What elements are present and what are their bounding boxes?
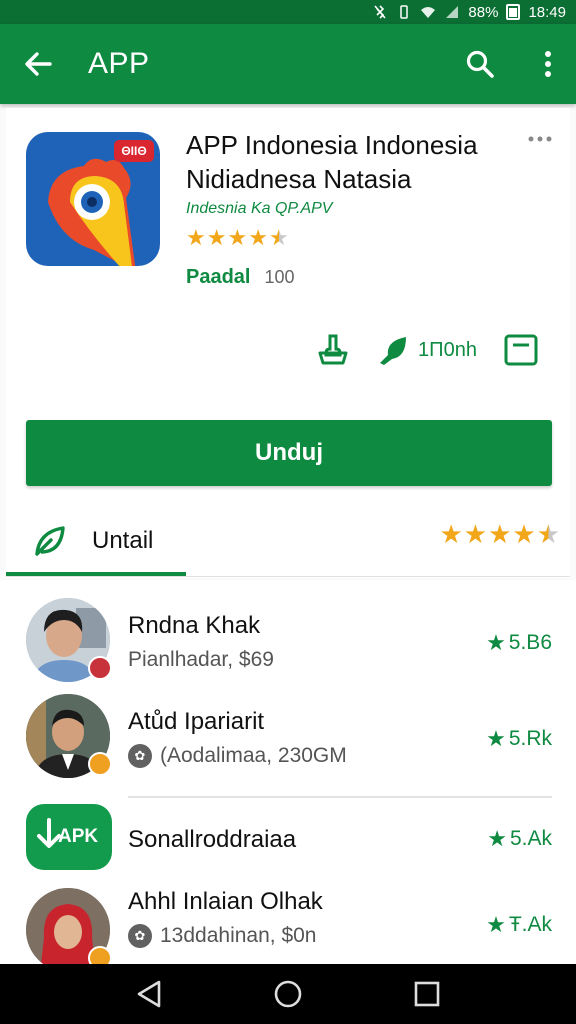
list-item[interactable]: Atůd Ipariarit ✿ (Aodalimaa, 230GM ★ 5.Rk	[0, 690, 576, 786]
badge-item	[503, 333, 539, 367]
screen: 88% 18:49 APP ΘΙΙΘ APP Indonesia Indones…	[0, 0, 576, 1024]
nav-home-icon	[274, 980, 302, 1008]
badge-item: 1Π0nh	[376, 333, 477, 367]
reviewer-name: Rndna Khak	[128, 612, 261, 639]
star-icon: ★	[536, 519, 560, 549]
list-item[interactable]: APK Sonallroddraiaa ★ 5.Ak	[0, 800, 576, 896]
star-icon: ★	[486, 912, 506, 937]
nav-back-button[interactable]	[127, 972, 171, 1016]
reviewer-icon: ✿	[128, 744, 152, 768]
star-icon: ★	[488, 519, 512, 549]
reviewer-name: Sonallroddraiaa	[128, 826, 297, 853]
leaf-tag-icon	[380, 337, 406, 365]
back-button[interactable]	[18, 44, 58, 84]
signal-icon	[446, 6, 459, 18]
page-title: APP	[88, 47, 150, 80]
download-count: 100	[264, 267, 295, 287]
star-icon: ★	[268, 225, 289, 250]
more-horiz-icon[interactable]	[526, 132, 554, 146]
app-icon: ΘΙΙΘ	[26, 132, 160, 266]
bluetooth-off-icon	[374, 5, 387, 19]
avatar-badge	[88, 752, 112, 776]
list-item[interactable]: Ahhl Inlaian Olhak ✿ 13ddahinan, $0n ★ Ŧ.A…	[0, 884, 576, 964]
apk-logo: APK	[26, 804, 112, 870]
review-rating: ★ 5.B6	[486, 630, 552, 656]
divider	[128, 796, 552, 798]
basket-icon	[318, 334, 348, 365]
nav-recents-button[interactable]	[405, 972, 449, 1016]
nav-home-button[interactable]	[266, 972, 310, 1016]
star-icon: ★	[463, 519, 488, 549]
star-icon: ★	[248, 225, 268, 250]
star-icon: ★	[486, 630, 506, 655]
review-meta-text: (Aodalimaa, 230GM	[160, 744, 347, 767]
app-icon-badge: ΘΙΙΘ	[114, 140, 154, 162]
avatar-badge	[88, 946, 112, 964]
review-rating: ★ Ŧ.Ak	[486, 912, 552, 938]
tab-icon	[32, 523, 68, 559]
review-rating-value: Ŧ.Ak	[508, 913, 552, 936]
more-options-button[interactable]	[536, 44, 560, 84]
price-label: Paadal	[186, 266, 251, 288]
review-meta: ✿ 13ddahinan, $0n	[128, 924, 317, 948]
battery-percent: 88%	[468, 3, 499, 21]
vibrate-icon	[400, 5, 409, 19]
review-rating: ★ 5.Rk	[486, 726, 552, 752]
star-icon: ★	[486, 726, 506, 751]
star-icon: ★	[512, 519, 536, 549]
battery-icon	[506, 4, 521, 20]
badge-label: 1Π0nh	[418, 338, 477, 361]
tab-label: Untail	[92, 527, 154, 554]
apk-logo-text: APK	[58, 826, 99, 847]
list-item[interactable]: Rndna Khak Pianlhadar, $69 ★ 5.B6	[0, 594, 576, 690]
developer-link[interactable]: Indesnia Ka QP.APV	[186, 200, 332, 218]
reviewer-name: Atůd Ipariarit	[128, 708, 265, 735]
arrow-left-icon	[25, 52, 52, 76]
star-icon: ★	[439, 519, 463, 549]
avatar-badge	[88, 656, 112, 680]
install-button[interactable]: Unduj	[26, 420, 552, 486]
search-icon	[466, 50, 494, 78]
system-nav-bar	[0, 964, 576, 1024]
review-rating-value: 5.B6	[508, 631, 552, 654]
review-rating: ★ 5.Ak	[487, 826, 552, 852]
price-row: Paadal 100	[186, 266, 295, 289]
review-meta-text: Pianlhadar, $69	[128, 648, 274, 671]
app-bar: APP	[0, 24, 576, 104]
box-icon	[504, 334, 538, 366]
star-icon: ★	[487, 826, 507, 851]
nav-back-icon	[138, 980, 161, 1008]
app-rating: ★ ★ ★ ★ ★	[186, 226, 289, 250]
search-button[interactable]	[460, 44, 500, 84]
review-meta: ✿ (Aodalimaa, 230GM	[128, 744, 347, 768]
status-bar: 88% 18:49	[0, 0, 576, 24]
review-meta: Pianlhadar, $69	[128, 648, 274, 672]
tab-reviews[interactable]: Untail	[6, 506, 186, 576]
star-icon: ★	[227, 225, 248, 250]
review-rating-value: 5.Ak	[509, 827, 552, 850]
leaf-icon	[35, 526, 65, 556]
badge-item	[316, 333, 350, 367]
review-list: Rndna Khak Pianlhadar, $69 ★ 5.B6 Atůd Ip…	[0, 580, 576, 964]
app-title: APP Indonesia Indonesia Nidiadnesa Natas…	[186, 130, 478, 194]
nav-recents-icon	[414, 981, 439, 1007]
more-vert-icon	[545, 51, 551, 77]
review-meta-text: 13ddahinan, $0n	[160, 924, 317, 947]
app-details-card: ΘΙΙΘ APP Indonesia Indonesia Nidiadnesa …	[6, 108, 570, 578]
clock: 18:49	[528, 3, 566, 21]
reviewer-icon: ✿	[128, 924, 152, 948]
review-rating-value: 5.Rk	[508, 727, 552, 750]
badges-row: 1Π0nh	[316, 328, 556, 372]
star-icon: ★	[186, 225, 206, 250]
star-icon: ★	[206, 225, 227, 250]
divider	[6, 576, 570, 577]
tab-rating: ★ ★ ★ ★ ★	[439, 520, 560, 548]
wifi-icon	[421, 7, 436, 18]
reviewer-name: Ahhl Inlaian Olhak	[128, 888, 323, 915]
